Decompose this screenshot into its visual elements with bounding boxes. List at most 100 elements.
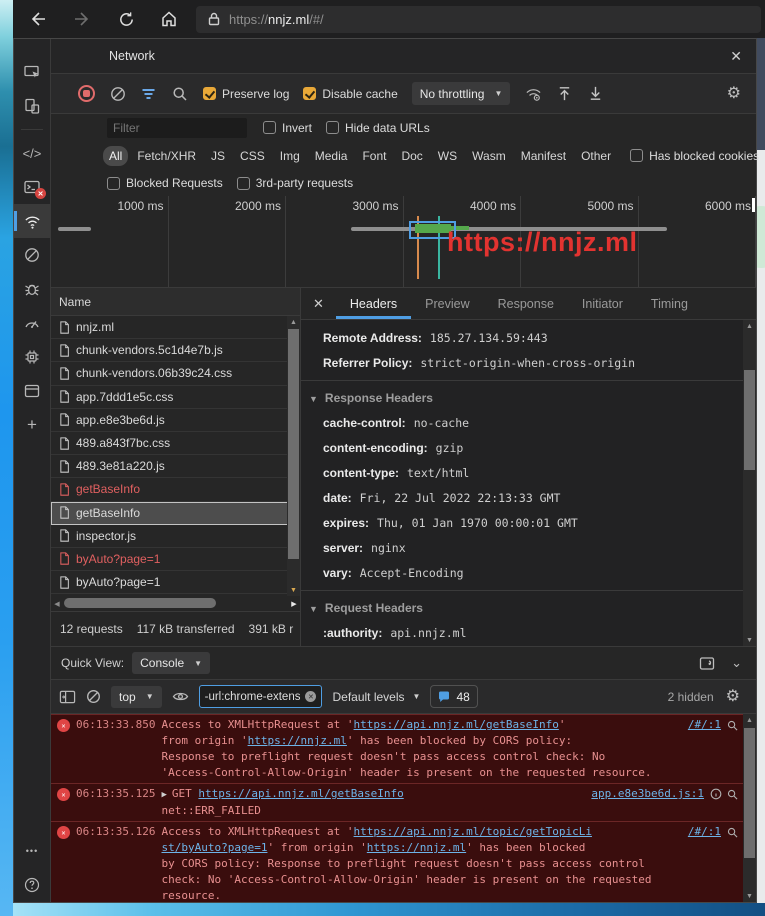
scroll-down-icon[interactable]: ▼	[743, 890, 756, 902]
request-row-selected[interactable]: getBaseInfo	[51, 502, 300, 525]
filter-chip-css[interactable]: CSS	[234, 146, 271, 166]
lock-icon[interactable]	[208, 12, 220, 26]
forward-button[interactable]	[67, 4, 97, 34]
request-row[interactable]: 489.3e81a220.js	[51, 455, 300, 478]
console-icon[interactable]: ✕	[14, 170, 50, 204]
export-har-icon[interactable]	[580, 85, 611, 102]
request-row[interactable]: 489.a843f7bc.css	[51, 432, 300, 455]
scroll-down-icon[interactable]: ▼	[743, 634, 756, 646]
url-link[interactable]: https://api.nnjz.ml/getBaseInfo	[198, 787, 403, 800]
request-list-scrollbar[interactable]: ▲ ▼	[287, 316, 300, 596]
request-row[interactable]: inspector.js	[51, 525, 300, 548]
headers-scrollbar[interactable]: ▲ ▼	[743, 320, 756, 646]
url-link[interactable]: https://nnjz.ml	[248, 734, 347, 747]
request-blocking-icon[interactable]	[14, 238, 50, 272]
tab-headers[interactable]: Headers	[336, 289, 411, 319]
filter-chip-all[interactable]: All	[103, 146, 128, 166]
request-row[interactable]: app.7ddd1e5c.css	[51, 386, 300, 409]
filter-chip-doc[interactable]: Doc	[395, 146, 428, 166]
search-similar-icon[interactable]	[727, 720, 738, 731]
search-icon[interactable]	[164, 86, 195, 102]
disable-cache-checkbox[interactable]	[303, 87, 316, 100]
filter-chip-other[interactable]: Other	[575, 146, 617, 166]
dock-bottom-icon[interactable]	[699, 656, 715, 671]
tab-initiator[interactable]: Initiator	[568, 289, 637, 319]
import-har-icon[interactable]	[549, 85, 580, 102]
name-column-header[interactable]: Name	[51, 288, 300, 316]
console-filter-input[interactable]: -url:chrome-extens ✕	[199, 685, 323, 708]
response-headers-section[interactable]: ▼Response Headers	[301, 385, 756, 411]
url-link[interactable]: https://api.nnjz.ml/getBaseInfo	[354, 718, 559, 731]
expand-arrow-icon[interactable]: ▶	[161, 790, 166, 800]
scrollbar-thumb[interactable]	[64, 598, 216, 608]
network-overview-timeline[interactable]: 1000 ms 2000 ms 3000 ms 4000 ms 5000 ms …	[51, 196, 756, 288]
console-sidebar-icon[interactable]	[59, 689, 76, 705]
console-scrollbar[interactable]: ▲ ▼	[743, 714, 756, 902]
message-count-badge[interactable]: 48	[430, 685, 477, 708]
device-emulation-icon[interactable]	[14, 89, 50, 123]
scroll-down-icon[interactable]: ▼	[287, 584, 300, 596]
filter-chip-wasm[interactable]: Wasm	[466, 146, 512, 166]
network-icon[interactable]	[14, 204, 50, 238]
tab-timing[interactable]: Timing	[637, 289, 702, 319]
network-filter-input[interactable]	[107, 118, 247, 138]
scrollbar-thumb[interactable]	[744, 370, 755, 470]
application-icon[interactable]	[14, 374, 50, 408]
network-conditions-icon[interactable]	[518, 85, 549, 102]
back-button[interactable]	[23, 4, 53, 34]
request-row-error[interactable]: getBaseInfo	[51, 478, 300, 501]
blocked-requests-checkbox[interactable]	[107, 177, 120, 190]
source-link[interactable]: /#/:1	[688, 824, 721, 840]
help-icon[interactable]	[14, 868, 50, 902]
sources-icon[interactable]: </>	[14, 136, 50, 170]
request-row[interactable]: byAuto?page=1	[51, 571, 300, 594]
home-button[interactable]	[154, 4, 184, 34]
request-row[interactable]: chunk-vendors.06b39c24.css	[51, 362, 300, 385]
info-icon[interactable]	[710, 788, 722, 800]
filter-chip-fetch-xhr[interactable]: Fetch/XHR	[131, 146, 202, 166]
filter-chip-media[interactable]: Media	[309, 146, 354, 166]
third-party-checkbox[interactable]	[237, 177, 250, 190]
hide-data-urls-checkbox[interactable]	[326, 121, 339, 134]
scroll-up-icon[interactable]: ▲	[287, 316, 300, 328]
request-row-error[interactable]: byAuto?page=1	[51, 548, 300, 571]
scrollbar-thumb[interactable]	[288, 329, 299, 559]
clear-network-log-icon[interactable]	[102, 86, 133, 102]
record-network-log-button[interactable]	[71, 85, 102, 102]
request-row[interactable]: app.e8e3be6d.js	[51, 409, 300, 432]
console-error-row[interactable]: ✕ 06:13:35.125 ▶GET https://api.nnjz.ml/…	[51, 783, 756, 821]
debugger-icon[interactable]	[14, 272, 50, 306]
clear-console-icon[interactable]	[86, 689, 101, 704]
reload-button[interactable]	[111, 4, 141, 34]
console-error-row[interactable]: ✕ 06:13:33.850 Access to XMLHttpRequest …	[51, 714, 756, 783]
source-link[interactable]: app.e8e3be6d.js:1	[591, 786, 704, 802]
search-similar-icon[interactable]	[727, 789, 738, 800]
more-tools-icon[interactable]: •••	[14, 834, 50, 868]
tab-preview[interactable]: Preview	[411, 289, 483, 319]
filter-chip-font[interactable]: Font	[356, 146, 392, 166]
filter-icon[interactable]	[133, 87, 164, 101]
performance-icon[interactable]	[14, 306, 50, 340]
scroll-up-icon[interactable]: ▲	[743, 714, 756, 726]
quick-view-select[interactable]: Console▼	[132, 652, 210, 674]
filter-chip-img[interactable]: Img	[274, 146, 306, 166]
tab-response[interactable]: Response	[484, 289, 568, 319]
scroll-left-icon[interactable]: ◀	[51, 596, 63, 611]
live-expression-eye-icon[interactable]	[172, 690, 189, 703]
execution-context-select[interactable]: top▼	[111, 686, 162, 708]
scrollbar-thumb[interactable]	[744, 728, 755, 858]
add-tools-icon[interactable]: +	[14, 408, 50, 442]
memory-icon[interactable]	[14, 340, 50, 374]
request-row[interactable]: nnjz.ml	[51, 316, 300, 339]
address-bar[interactable]: https://nnjz.ml/#/	[196, 6, 761, 33]
request-row[interactable]: chunk-vendors.5c1d4e7b.js	[51, 339, 300, 362]
throttling-select[interactable]: No throttling▼	[412, 82, 511, 105]
has-blocked-cookies-checkbox[interactable]	[630, 149, 643, 162]
filter-chip-js[interactable]: JS	[205, 146, 231, 166]
url-link[interactable]: https://nnjz.ml	[367, 841, 466, 854]
request-headers-section[interactable]: ▼Request Headers	[301, 595, 756, 621]
network-settings-gear-icon[interactable]: ⚙	[727, 86, 741, 102]
clear-filter-icon[interactable]: ✕	[305, 691, 316, 702]
inspect-icon[interactable]	[14, 55, 50, 89]
console-error-row[interactable]: ✕ 06:13:35.126 Access to XMLHttpRequest …	[51, 821, 756, 902]
